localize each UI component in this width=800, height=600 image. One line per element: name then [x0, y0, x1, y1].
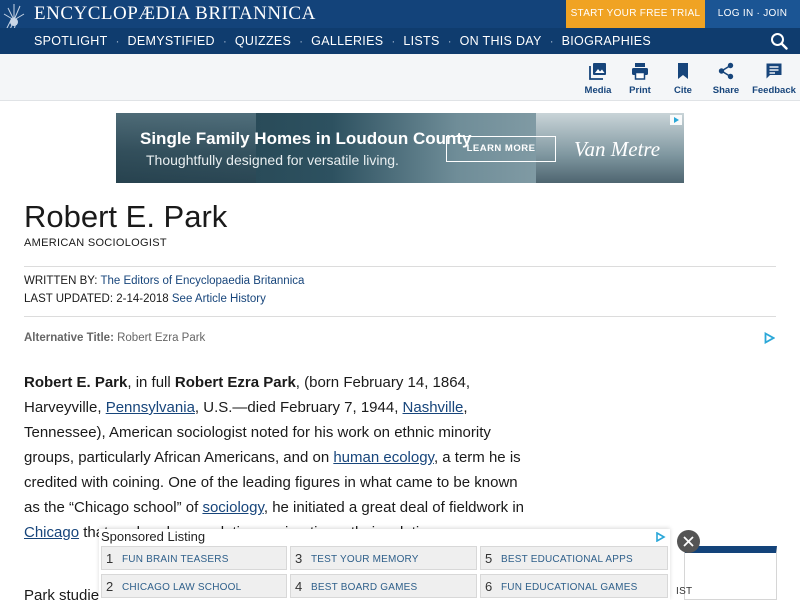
adchoices-icon[interactable]: [655, 532, 666, 542]
sponsored-item-number: 3: [295, 551, 303, 566]
human-ecology-link[interactable]: human ecology: [333, 449, 434, 466]
sponsored-title: Sponsored Listing: [101, 529, 206, 544]
pennsylvania-link[interactable]: Pennsylvania: [106, 399, 195, 416]
sponsored-item[interactable]: 1 FUN BRAIN TEASERS: [101, 546, 287, 570]
share-button[interactable]: Share: [703, 62, 749, 96]
chicago-link[interactable]: Chicago: [24, 524, 79, 541]
article-toolbar: Media Print Cite Share Feedback: [0, 54, 800, 101]
media-button[interactable]: Media: [575, 62, 621, 96]
nav-separator: ·: [549, 34, 554, 48]
cite-button[interactable]: Cite: [660, 62, 706, 96]
main-nav: SPOTLIGHT · DEMYSTIFIED · QUIZZES · GALL…: [0, 28, 800, 54]
adchoices-icon[interactable]: [764, 332, 775, 344]
nashville-link[interactable]: Nashville: [403, 399, 464, 416]
written-by: WRITTEN BY: The Editors of Encyclopaedia…: [24, 275, 304, 287]
ad-logo: Van Metre: [574, 137, 661, 161]
sponsored-item-number: 2: [106, 579, 114, 594]
nav-biographies[interactable]: BIOGRAPHIES: [562, 34, 651, 48]
article-body: Robert E. Park, in full Robert Ezra Park…: [24, 370, 534, 545]
sponsored-item[interactable]: 5 BEST EDUCATIONAL APPS: [480, 546, 668, 570]
nav-lists[interactable]: LISTS: [403, 34, 439, 48]
subject-full-name: Robert Ezra Park: [174, 374, 296, 391]
body-text: , U.S.—died February 7, 1944,: [194, 399, 403, 416]
nav-galleries[interactable]: GALLERIES: [311, 34, 383, 48]
last-updated: LAST UPDATED: 2-14-2018 See Article Hist…: [24, 293, 266, 305]
written-by-label: WRITTEN BY:: [24, 275, 98, 287]
sponsored-item-number: 6: [485, 579, 493, 594]
nav-separator: ·: [222, 34, 227, 48]
last-updated-label: LAST UPDATED:: [24, 293, 114, 305]
body-text: , he initiated a great deal of fieldwork…: [263, 499, 525, 516]
sponsored-item-label: CHICAGO LAW SCHOOL: [122, 582, 242, 593]
alt-title-label: Alternative Title:: [24, 332, 114, 344]
sponsored-item-number: 5: [485, 551, 493, 566]
subject-name: Robert E. Park: [24, 374, 128, 391]
sponsored-item-number: 4: [295, 579, 303, 594]
printer-icon: [632, 63, 648, 80]
divider: [24, 266, 776, 267]
nav-on-this-day[interactable]: ON THIS DAY: [460, 34, 542, 48]
sponsored-item-label: FUN BRAIN TEASERS: [122, 554, 229, 565]
sponsored-item[interactable]: 3 TEST YOUR MEMORY: [290, 546, 477, 570]
media-label: Media: [584, 85, 612, 96]
ad-headline: Single Family Homes in Loudoun County: [140, 129, 472, 148]
nav-demystified[interactable]: DEMYSTIFIED: [128, 34, 215, 48]
nav-separator: ·: [391, 34, 396, 48]
feedback-button[interactable]: Feedback: [750, 62, 798, 96]
nav-separator: ·: [115, 34, 120, 48]
bookmark-icon: [678, 63, 688, 79]
cite-label: Cite: [674, 85, 692, 96]
print-button[interactable]: Print: [617, 62, 663, 96]
feedback-icon: [766, 63, 782, 79]
brand-name[interactable]: ENCYCLOPÆDIA BRITANNICA: [34, 3, 316, 25]
free-trial-button[interactable]: START YOUR FREE TRIAL: [566, 0, 705, 28]
alt-title-value: Robert Ezra Park: [117, 332, 206, 344]
second-paragraph: Park studie: [24, 587, 100, 600]
page-subtitle: AMERICAN SOCIOLOGIST: [24, 237, 167, 249]
ad-learn-more-button[interactable]: LEARN MORE: [446, 136, 556, 162]
close-icon: [683, 536, 694, 547]
sponsored-item[interactable]: 4 BEST BOARD GAMES: [290, 574, 477, 598]
sponsored-item[interactable]: 6 FUN EDUCATIONAL GAMES: [480, 574, 668, 598]
sponsored-item-label: BEST EDUCATIONAL APPS: [501, 554, 633, 565]
sponsored-item-number: 1: [106, 551, 114, 566]
article-history-link[interactable]: See Article History: [172, 293, 266, 305]
last-updated-date: 2-14-2018: [116, 293, 169, 305]
sociology-link[interactable]: sociology: [202, 499, 263, 516]
sponsored-item-label: BEST BOARD GAMES: [311, 582, 418, 593]
adchoices-icon[interactable]: [670, 115, 682, 125]
nav-spotlight[interactable]: SPOTLIGHT: [34, 34, 108, 48]
sidebar-card-text: IST: [676, 586, 693, 597]
alternative-title: Alternative Title: Robert Ezra Park: [24, 332, 205, 344]
print-label: Print: [629, 85, 651, 96]
login-join-button[interactable]: LOG IN · JOIN: [705, 0, 800, 28]
divider: [24, 316, 776, 317]
author-link[interactable]: The Editors of Encyclopaedia Britannica: [100, 275, 304, 287]
sidebar-card[interactable]: [684, 546, 777, 600]
ad-subline: Thoughtfully designed for versatile livi…: [146, 152, 399, 168]
top-bar: ENCYCLOPÆDIA BRITANNICA START YOUR FREE …: [0, 0, 800, 47]
sponsored-item-label: TEST YOUR MEMORY: [311, 554, 419, 565]
close-button[interactable]: [677, 530, 700, 553]
search-icon[interactable]: [770, 32, 788, 50]
sponsored-listing: Sponsored Listing 1 FUN BRAIN TEASERS 2 …: [99, 529, 670, 600]
nav-quizzes[interactable]: QUIZZES: [235, 34, 291, 48]
nav-separator: ·: [447, 34, 452, 48]
feedback-label: Feedback: [752, 85, 796, 96]
share-label: Share: [712, 85, 740, 96]
sponsored-item[interactable]: 2 CHICAGO LAW SCHOOL: [101, 574, 287, 598]
nav-list: SPOTLIGHT · DEMYSTIFIED · QUIZZES · GALL…: [34, 28, 651, 54]
sponsored-item-label: FUN EDUCATIONAL GAMES: [501, 582, 638, 593]
media-gallery-icon: [589, 63, 606, 80]
page-title: Robert E. Park: [24, 199, 228, 234]
body-text: , in full: [127, 374, 175, 391]
nav-separator: ·: [299, 34, 304, 48]
share-icon: [718, 62, 734, 80]
ad-banner[interactable]: Single Family Homes in Loudoun County Th…: [116, 113, 684, 183]
